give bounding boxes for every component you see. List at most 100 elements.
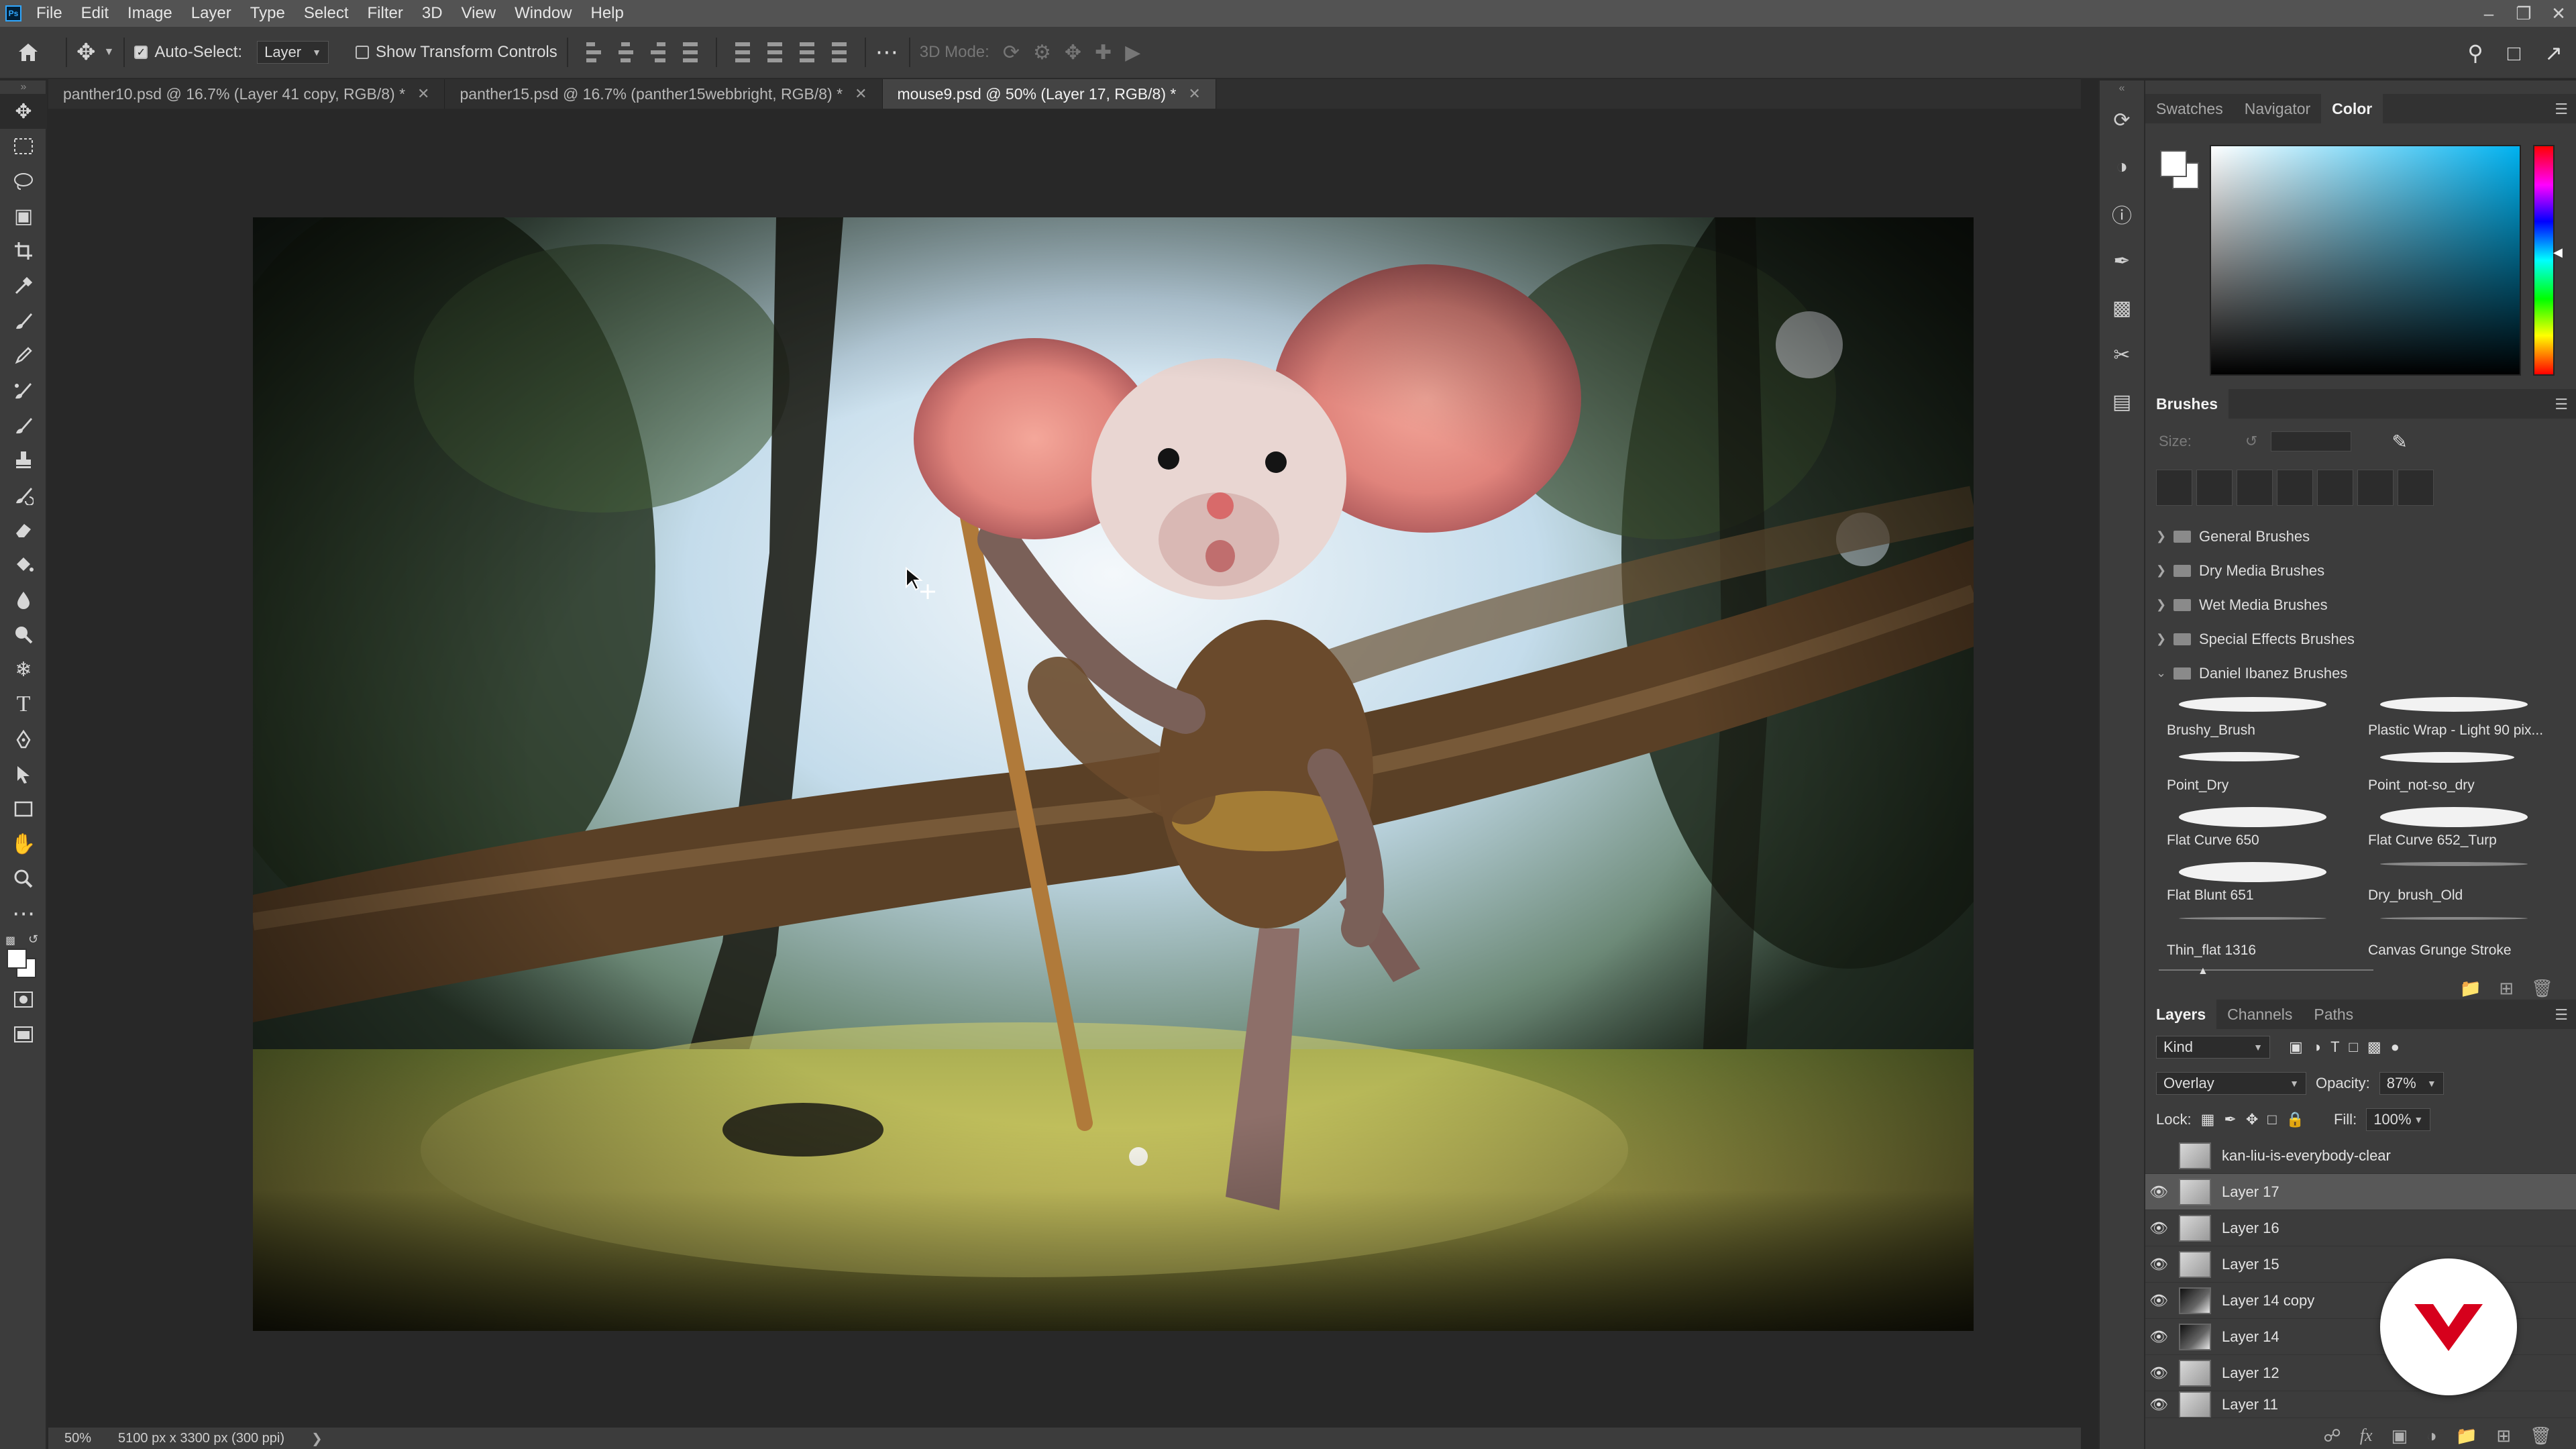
tab-panther15[interactable]: panther15.psd @ 16.7% (panther15webbrigh… bbox=[445, 79, 883, 109]
layer-row[interactable]: kan-liu-is-everybody-clear bbox=[2145, 1138, 2576, 1174]
eyedropper-tool[interactable] bbox=[0, 268, 47, 303]
tab-swatches[interactable]: Swatches bbox=[2145, 94, 2234, 123]
tab-paths[interactable]: Paths bbox=[2303, 1000, 2364, 1029]
screen-mode-tool[interactable] bbox=[0, 1017, 47, 1052]
align-right-icon[interactable] bbox=[650, 42, 665, 62]
layer-row[interactable]: 👁 Layer 12 bbox=[2145, 1355, 2576, 1391]
zoom-tool[interactable] bbox=[0, 861, 47, 896]
lock-position-icon[interactable]: ✥ bbox=[2246, 1111, 2258, 1128]
tab-navigator[interactable]: Navigator bbox=[2234, 94, 2321, 123]
tab-channels[interactable]: Channels bbox=[2216, 1000, 2303, 1029]
new-brush-icon[interactable]: ✎ bbox=[2392, 431, 2407, 453]
align-center-icon[interactable] bbox=[618, 42, 633, 62]
hand-tool[interactable]: ✋ bbox=[0, 826, 47, 861]
adjustment-layer-icon[interactable]: ◑ bbox=[2426, 1426, 2437, 1446]
tab-color[interactable]: Color bbox=[2321, 94, 2383, 123]
new-layer-icon[interactable]: ⊞ bbox=[2496, 1426, 2511, 1446]
filter-type-icon[interactable]: T bbox=[2330, 1038, 2339, 1056]
blur-tool[interactable] bbox=[0, 582, 47, 617]
brush-item[interactable]: Thin_flat 1316 bbox=[2159, 910, 2353, 965]
brush-item[interactable]: Flat Curve 650 bbox=[2159, 800, 2353, 855]
brush-settings-panel-icon[interactable]: ✒ bbox=[2100, 237, 2144, 284]
layer-style-icon[interactable]: fx bbox=[2360, 1426, 2373, 1446]
auto-select-toggle[interactable]: ✓ Auto-Select: bbox=[134, 43, 242, 62]
menu-image[interactable]: Image bbox=[118, 0, 182, 27]
document-canvas[interactable] bbox=[253, 217, 1974, 1331]
distribute-vertical-icon[interactable] bbox=[831, 42, 847, 62]
brush-folder-daniel-ibanez[interactable]: ⌄ Daniel Ibanez Brushes bbox=[2145, 656, 2576, 690]
brush-item[interactable]: Dry_brush_Old bbox=[2360, 855, 2555, 910]
layer-row[interactable]: 👁 Layer 15 bbox=[2145, 1246, 2576, 1283]
restore-icon[interactable]: ❐ bbox=[2506, 0, 2541, 27]
eye-icon[interactable]: 👁 bbox=[2145, 1256, 2172, 1273]
chevron-right-icon[interactable]: ❯ bbox=[2156, 529, 2166, 543]
close-tab-icon[interactable]: ✕ bbox=[1188, 85, 1200, 103]
brush-folder-special-effects[interactable]: ❯ Special Effects Brushes bbox=[2145, 622, 2576, 656]
brush-preset[interactable] bbox=[2317, 470, 2353, 506]
link-layers-icon[interactable]: ☍ bbox=[2323, 1426, 2341, 1446]
menu-file[interactable]: File bbox=[27, 0, 72, 27]
move-tool[interactable]: ✥ bbox=[0, 94, 47, 129]
chevron-right-icon[interactable]: ❯ bbox=[311, 1430, 323, 1447]
thumbnail-size-slider[interactable]: ▲ bbox=[2145, 965, 2576, 977]
panel-menu-icon[interactable]: ☰ bbox=[2555, 1006, 2568, 1024]
brush-item[interactable]: Flat Curve 652_Turp bbox=[2360, 800, 2555, 855]
menu-window[interactable]: Window bbox=[505, 0, 581, 27]
brush-preset[interactable] bbox=[2156, 470, 2192, 506]
brush-item[interactable]: Point_Dry bbox=[2159, 745, 2353, 800]
menu-type[interactable]: Type bbox=[241, 0, 294, 27]
show-transform-checkbox[interactable] bbox=[355, 46, 369, 59]
brush-item[interactable]: Point_not-so_dry bbox=[2360, 745, 2555, 800]
collapse-toolbar-icon[interactable]: » bbox=[0, 80, 47, 94]
tab-layers[interactable]: Layers bbox=[2145, 1000, 2217, 1029]
foreground-color-swatch[interactable] bbox=[7, 949, 27, 969]
distribute-horizontal-icon[interactable] bbox=[682, 42, 698, 62]
brush-size-input[interactable] bbox=[2271, 431, 2352, 451]
filter-pixel-icon[interactable]: ▣ bbox=[2289, 1038, 2303, 1056]
layer-row[interactable]: 👁 Layer 17 bbox=[2145, 1174, 2576, 1210]
new-group-icon[interactable]: 📁 bbox=[2456, 1426, 2477, 1446]
adjustments-panel-icon[interactable]: ◑ bbox=[2100, 144, 2144, 191]
hue-slider[interactable] bbox=[2533, 145, 2555, 376]
tab-brushes[interactable]: Brushes bbox=[2145, 389, 2229, 419]
zoom-level[interactable]: 50% bbox=[64, 1431, 91, 1446]
lock-all-icon[interactable]: 🔒 bbox=[2286, 1111, 2304, 1128]
menu-help[interactable]: Help bbox=[582, 0, 633, 27]
brush-folder-general[interactable]: ❯ General Brushes bbox=[2145, 519, 2576, 553]
type-tool[interactable]: T bbox=[0, 687, 47, 722]
lock-transparent-icon[interactable]: ▦ bbox=[2201, 1111, 2215, 1128]
align-top-icon[interactable] bbox=[735, 42, 750, 62]
auto-select-target-dropdown[interactable]: Layer ▼ bbox=[257, 41, 329, 64]
clone-stamp-tool[interactable] bbox=[0, 443, 47, 478]
rectangle-tool[interactable] bbox=[0, 792, 47, 826]
layer-row[interactable]: 👁 Layer 11 bbox=[2145, 1391, 2576, 1418]
layer-filter-dropdown[interactable]: Kind ▼ bbox=[2156, 1036, 2270, 1059]
lock-artboard-icon[interactable]: □ bbox=[2267, 1111, 2276, 1128]
menu-layer[interactable]: Layer bbox=[182, 0, 241, 27]
eye-icon[interactable]: 👁 bbox=[2145, 1183, 2172, 1201]
align-left-icon[interactable] bbox=[586, 42, 601, 62]
3d-slide-icon[interactable]: ✚ bbox=[1095, 41, 1112, 64]
3d-roll-icon[interactable]: ⚙ bbox=[1033, 41, 1051, 64]
canvas-workspace[interactable] bbox=[48, 109, 2081, 1428]
brush-item[interactable]: Plastic Wrap - Light 90 pix... bbox=[2360, 690, 2555, 745]
brush-item[interactable]: Flat Blunt 651 bbox=[2159, 855, 2353, 910]
paint-bucket-tool[interactable] bbox=[0, 547, 47, 582]
edit-toolbar-icon[interactable]: ⋯ bbox=[0, 896, 47, 931]
path-selection-tool[interactable] bbox=[0, 757, 47, 792]
more-options-icon[interactable]: ⋯ bbox=[875, 39, 900, 66]
show-transform-controls-toggle[interactable]: Show Transform Controls bbox=[355, 43, 557, 62]
align-middle-icon[interactable] bbox=[767, 42, 782, 62]
properties-panel-icon[interactable]: ▤ bbox=[2100, 378, 2144, 425]
brush-preset[interactable] bbox=[2398, 470, 2434, 506]
close-tab-icon[interactable]: ✕ bbox=[417, 85, 429, 103]
3d-camera-icon[interactable]: ▶ bbox=[1125, 41, 1140, 64]
layer-row[interactable]: 👁 Layer 16 bbox=[2145, 1210, 2576, 1246]
clone-source-panel-icon[interactable]: ▩ bbox=[2100, 284, 2144, 331]
brush-preset[interactable] bbox=[2237, 470, 2273, 506]
mixer-brush-tool[interactable] bbox=[0, 373, 47, 408]
eye-icon[interactable]: 👁 bbox=[2145, 1396, 2172, 1413]
default-colors-icon[interactable]: ▩ bbox=[5, 934, 15, 947]
object-selection-tool[interactable]: ▣ bbox=[0, 199, 47, 233]
color-picker-field[interactable] bbox=[2210, 145, 2521, 376]
